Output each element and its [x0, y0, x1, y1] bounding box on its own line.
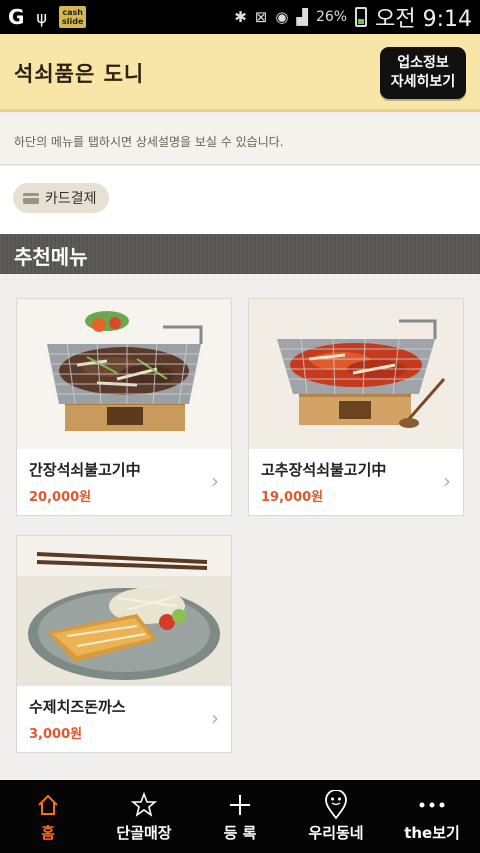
- wifi-icon: ◉: [275, 8, 289, 26]
- nav-more[interactable]: the보기: [384, 780, 480, 853]
- g-icon: G: [8, 5, 25, 29]
- menu-item-name: 간장석쇠불고기中: [29, 461, 141, 479]
- nav-more-label: the보기: [404, 824, 460, 842]
- menu-photo-soy-bulgogi: [17, 299, 231, 449]
- menu-item-price: 20,000원: [29, 490, 92, 505]
- menu-item-price: 19,000원: [261, 490, 324, 505]
- status-bar: G ψ cash slide ✱ ⊠ ◉ ▟ 26% 오전 9:14: [0, 0, 480, 34]
- signal-icon: ▟: [296, 8, 308, 26]
- notice-bar: 하단의 메뉴를 탭하시면 상세설명을 보실 수 있습니다.: [0, 115, 480, 165]
- menu-photo-gochujang-bulgogi: [249, 299, 463, 449]
- plus-icon: [227, 790, 253, 820]
- nav-favorites-label: 단골매장: [116, 824, 172, 842]
- star-icon: [131, 790, 157, 820]
- nav-neighborhood[interactable]: 우리동네: [288, 780, 384, 853]
- store-info-button-line2: 자세히보기: [390, 74, 456, 90]
- chevron-right-icon: ›: [443, 469, 451, 493]
- payment-section: 카드결제: [0, 166, 480, 234]
- nav-neighborhood-label: 우리동네: [308, 824, 364, 842]
- notice-text: 하단의 메뉴를 탭하시면 상세설명을 보실 수 있습니다.: [14, 135, 284, 149]
- nav-home-label: 홈: [41, 824, 55, 842]
- chevron-right-icon: ›: [211, 469, 219, 493]
- store-info-button-line1: 업소정보: [397, 55, 449, 71]
- map-pin-icon: [323, 790, 349, 820]
- card-payment-badge: 카드결제: [13, 183, 109, 213]
- menu-item-price: 3,000원: [29, 727, 83, 742]
- clock: 오전 9:14: [375, 7, 472, 32]
- store-header: 석쇠품은 도니 업소정보 자세히보기: [0, 34, 480, 112]
- nav-favorites[interactable]: 단골매장: [96, 780, 192, 853]
- section-title: 추천메뉴: [0, 234, 480, 274]
- bluetooth-icon: ✱: [234, 8, 247, 26]
- more-dots-icon: [417, 790, 447, 820]
- menu-item-name: 수제치즈돈까스: [29, 698, 126, 716]
- menu-item-name: 고추장석쇠불고기中: [261, 461, 387, 479]
- credit-card-icon: [23, 192, 39, 204]
- home-icon: [35, 790, 61, 820]
- menu-card[interactable]: 고추장석쇠불고기中 19,000원 ›: [248, 298, 464, 516]
- nav-register-label: 등 록: [223, 824, 257, 842]
- bottom-navigation: 홈 단골매장 등 록 우리동네 the보기: [0, 780, 480, 853]
- vibrate-icon: ⊠: [254, 8, 268, 26]
- store-name: 석쇠품은 도니: [14, 62, 145, 86]
- chevron-right-icon: ›: [211, 706, 219, 730]
- cashslide-icon: cash slide: [58, 6, 87, 28]
- menu-card[interactable]: 간장석쇠불고기中 20,000원 ›: [16, 298, 232, 516]
- battery-percent: 26%: [315, 9, 348, 25]
- card-payment-label: 카드결제: [45, 191, 97, 207]
- menu-card[interactable]: 수제치즈돈까스 3,000원 ›: [16, 535, 232, 753]
- nav-register[interactable]: 등 록: [192, 780, 288, 853]
- battery-icon: [355, 7, 368, 27]
- menu-photo-cheese-donkatsu: [17, 536, 231, 686]
- nav-home[interactable]: 홈: [0, 780, 96, 853]
- store-info-button[interactable]: 업소정보 자세히보기: [380, 47, 466, 99]
- menu-grid: 간장석쇠불고기中 20,000원 › 고추장석쇠불고기中 19,000원 › 수…: [0, 274, 480, 780]
- usb-icon: ψ: [36, 7, 47, 27]
